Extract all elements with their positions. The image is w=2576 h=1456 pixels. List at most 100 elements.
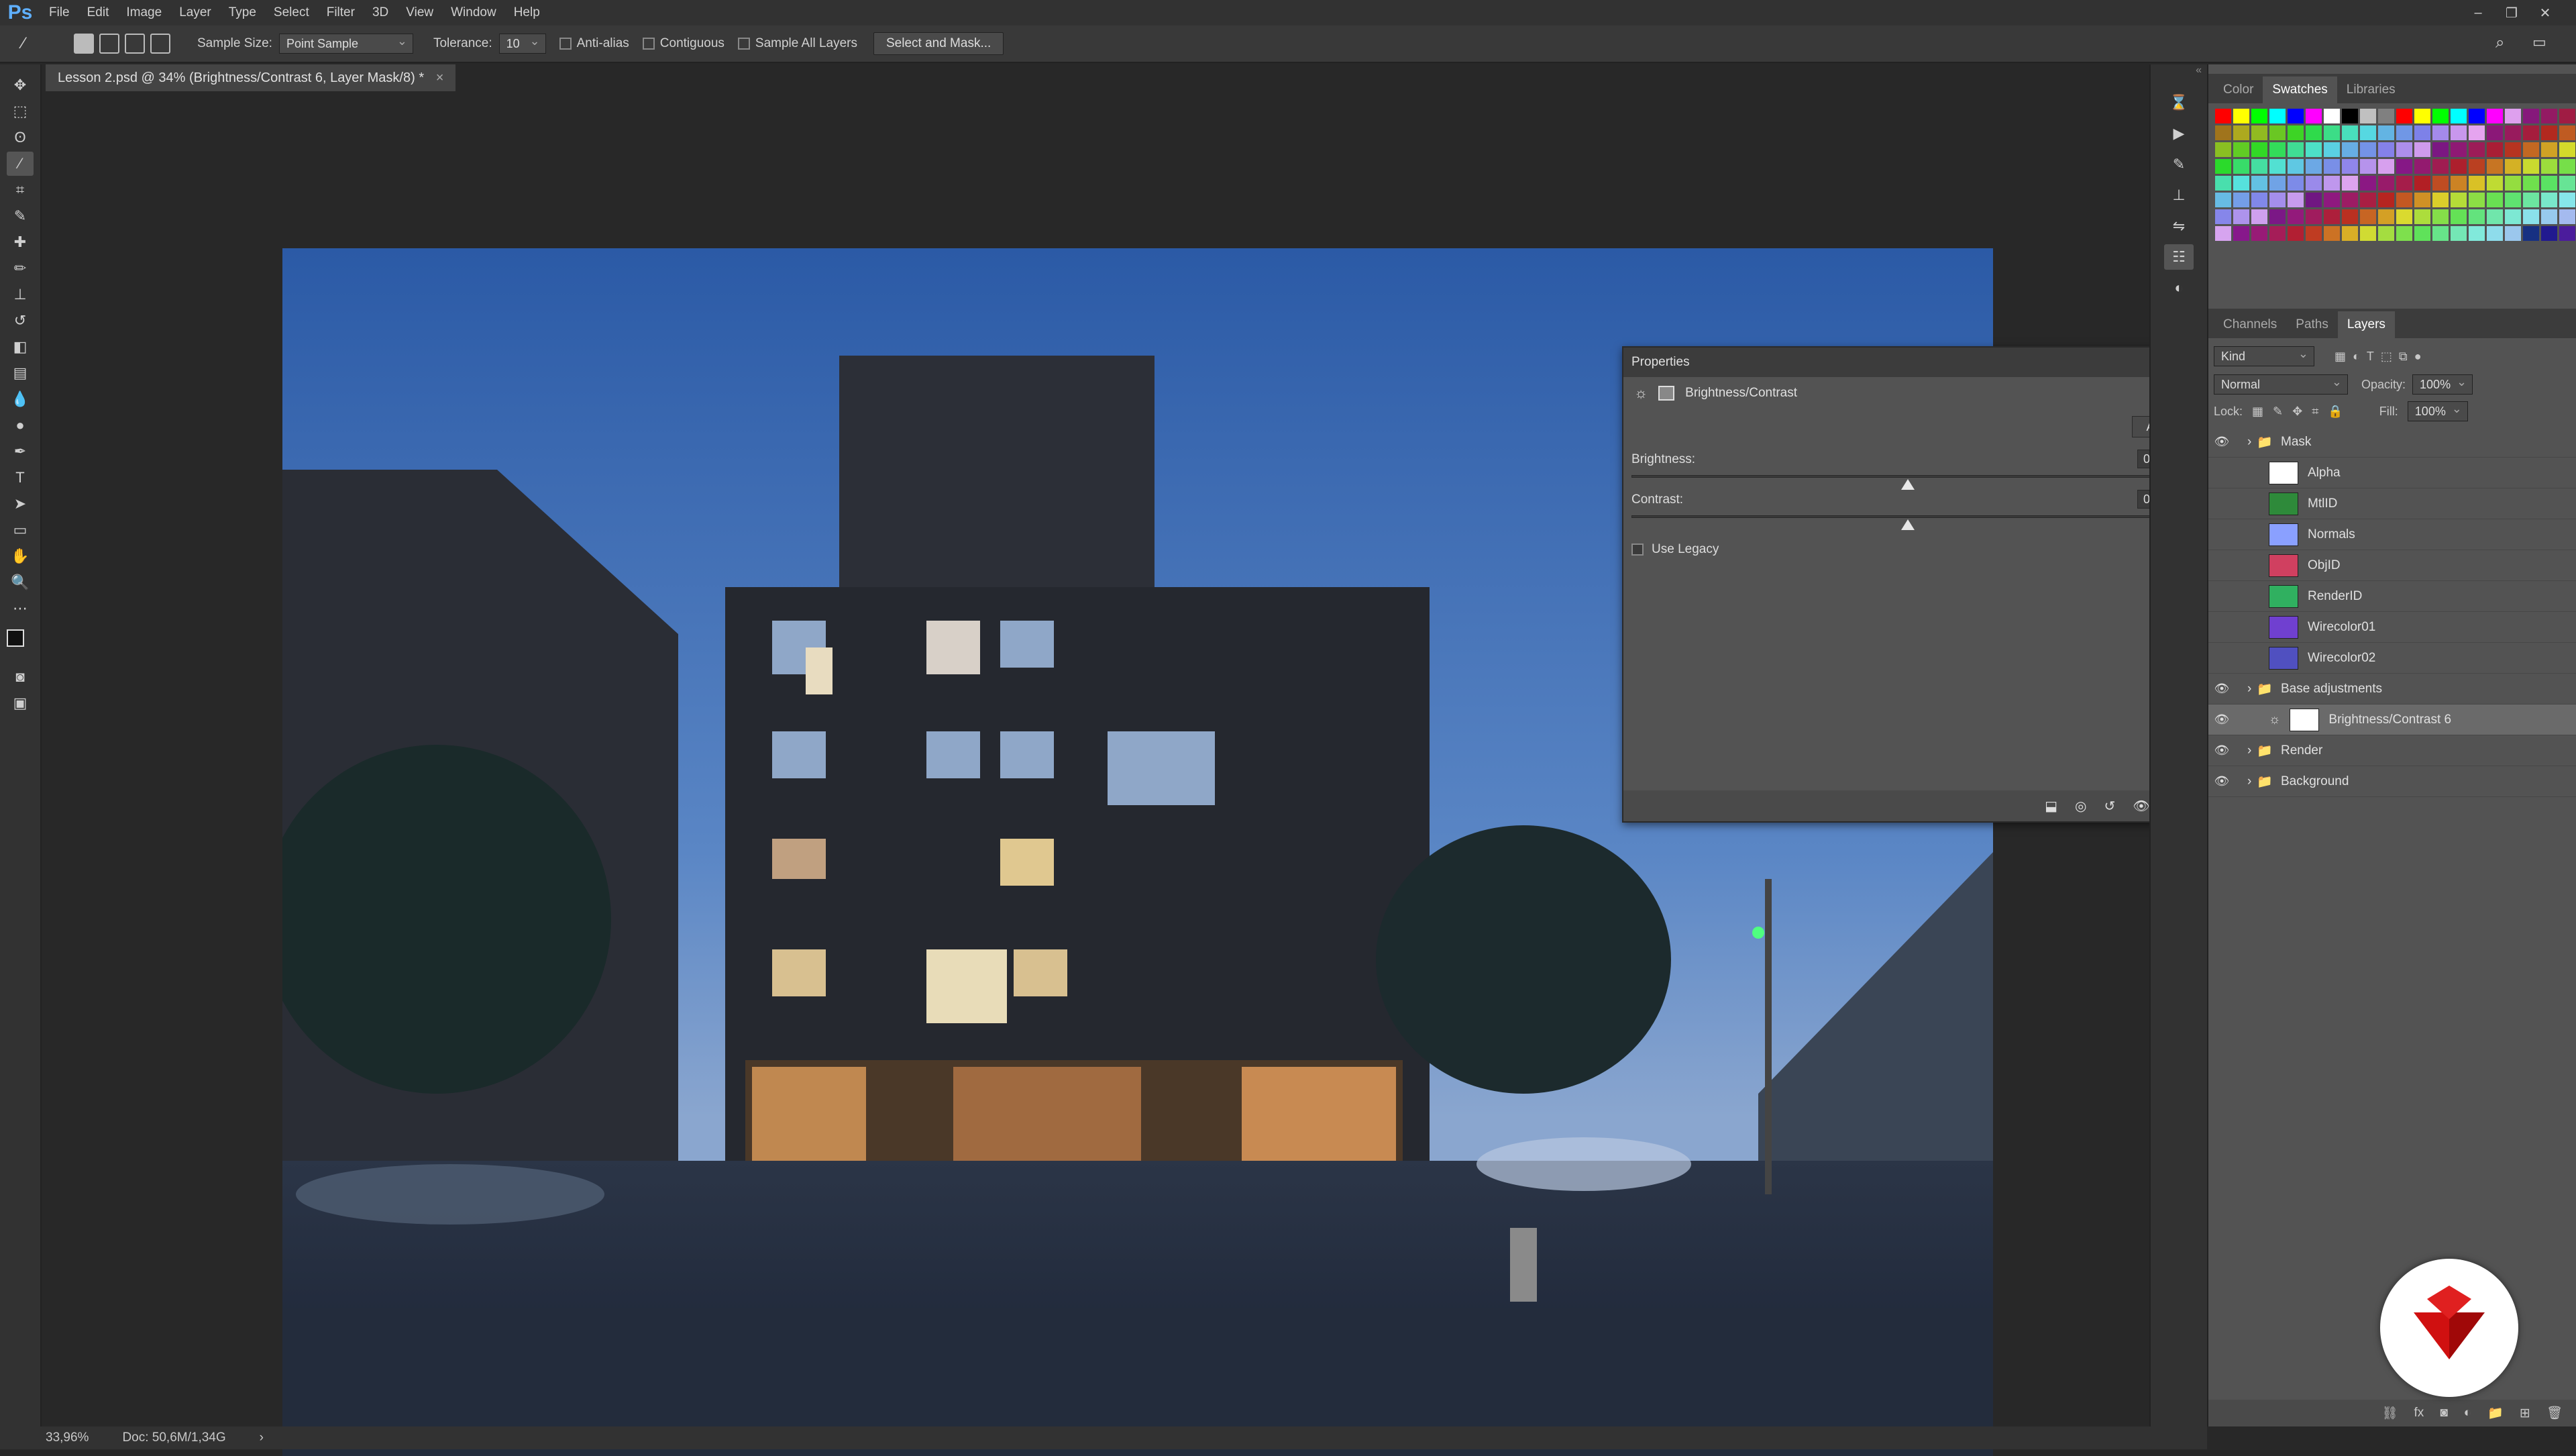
swatch[interactable] bbox=[2378, 142, 2394, 157]
sample-all-layers-checkbox[interactable] bbox=[737, 38, 750, 50]
swatch[interactable] bbox=[2396, 193, 2412, 207]
swatch[interactable] bbox=[2306, 109, 2322, 123]
layer-row[interactable]: 👁 › 📁 Render bbox=[2208, 735, 2576, 766]
magic-wand-tool-icon[interactable]: ⁄ bbox=[7, 152, 34, 176]
swatch[interactable] bbox=[2505, 142, 2521, 157]
swatch[interactable] bbox=[2414, 142, 2430, 157]
swatch[interactable] bbox=[2269, 176, 2286, 191]
layer-row[interactable]: Wirecolor02 bbox=[2208, 643, 2576, 674]
swatch[interactable] bbox=[2541, 142, 2557, 157]
swatch[interactable] bbox=[2342, 226, 2358, 241]
swatch[interactable] bbox=[2451, 142, 2467, 157]
group-expand-icon[interactable]: › bbox=[2247, 774, 2251, 789]
tab-paths[interactable]: Paths bbox=[2286, 311, 2338, 338]
swatch[interactable] bbox=[2251, 125, 2267, 140]
more-tools-icon[interactable]: ⋯ bbox=[7, 596, 34, 621]
layer-row[interactable]: MtlID bbox=[2208, 488, 2576, 519]
swatch[interactable] bbox=[2215, 109, 2231, 123]
swatch[interactable] bbox=[2269, 142, 2286, 157]
layer-mask-thumbnail[interactable] bbox=[2290, 708, 2320, 731]
contiguous-checkbox[interactable] bbox=[642, 38, 655, 50]
swatch[interactable] bbox=[2396, 159, 2412, 174]
swatch[interactable] bbox=[2378, 109, 2394, 123]
swatch[interactable] bbox=[2251, 109, 2267, 123]
layer-row[interactable]: Normals bbox=[2208, 519, 2576, 550]
layer-visibility-icon[interactable]: 👁 bbox=[2208, 743, 2235, 758]
swatch[interactable] bbox=[2378, 159, 2394, 174]
layer-row[interactable]: RenderID bbox=[2208, 581, 2576, 612]
actions-panel-icon[interactable]: ▶ bbox=[2164, 121, 2194, 146]
swatch[interactable] bbox=[2251, 209, 2267, 224]
brush-settings-icon[interactable]: ✎ bbox=[2164, 152, 2194, 177]
swatch[interactable] bbox=[2306, 142, 2322, 157]
swatch[interactable] bbox=[2396, 125, 2412, 140]
swatch[interactable] bbox=[2396, 209, 2412, 224]
lock-all-icon[interactable]: 🔒 bbox=[2328, 405, 2343, 419]
swatch[interactable] bbox=[2541, 159, 2557, 174]
swatch[interactable] bbox=[2451, 125, 2467, 140]
swatch[interactable] bbox=[2505, 226, 2521, 241]
group-expand-icon[interactable]: › bbox=[2247, 682, 2251, 696]
swatch[interactable] bbox=[2559, 176, 2575, 191]
swatch[interactable] bbox=[2523, 193, 2539, 207]
swatch[interactable] bbox=[2324, 125, 2340, 140]
swatch[interactable] bbox=[2451, 209, 2467, 224]
filter-toggle-icon[interactable]: ● bbox=[2414, 350, 2422, 364]
styles-panel-icon[interactable]: ◐ bbox=[2164, 275, 2194, 301]
filter-smart-icon[interactable]: ⧉ bbox=[2399, 350, 2408, 364]
swatch[interactable] bbox=[2396, 142, 2412, 157]
swatch[interactable] bbox=[2523, 176, 2539, 191]
swatch[interactable] bbox=[2487, 125, 2503, 140]
swatch[interactable] bbox=[2306, 176, 2322, 191]
contrast-slider-thumb[interactable] bbox=[1901, 519, 1915, 530]
swatch[interactable] bbox=[2342, 176, 2358, 191]
swatch[interactable] bbox=[2215, 159, 2231, 174]
swatch[interactable] bbox=[2288, 159, 2304, 174]
swatch[interactable] bbox=[2306, 209, 2322, 224]
zoom-tool-icon[interactable]: 🔍 bbox=[7, 570, 34, 594]
menu-image[interactable]: Image bbox=[117, 0, 170, 25]
swatch[interactable] bbox=[2288, 226, 2304, 241]
menu-filter[interactable]: Filter bbox=[318, 0, 364, 25]
swatch[interactable] bbox=[2487, 226, 2503, 241]
eyedropper-tool-icon[interactable]: ✎ bbox=[7, 204, 34, 228]
layer-row[interactable]: ObjID bbox=[2208, 550, 2576, 581]
swatch[interactable] bbox=[2523, 125, 2539, 140]
swatch[interactable] bbox=[2414, 159, 2430, 174]
swatch[interactable] bbox=[2505, 193, 2521, 207]
swatch[interactable] bbox=[2451, 226, 2467, 241]
history-brush-icon[interactable]: ↺ bbox=[7, 309, 34, 333]
fx-icon[interactable]: fx bbox=[2414, 1406, 2424, 1420]
swatch[interactable] bbox=[2469, 209, 2485, 224]
rectangle-tool-icon[interactable]: ▭ bbox=[7, 518, 34, 542]
swatch[interactable] bbox=[2215, 125, 2231, 140]
properties-panel-icon[interactable]: ☷ bbox=[2164, 244, 2194, 270]
swatch[interactable] bbox=[2523, 226, 2539, 241]
tab-color[interactable]: Color bbox=[2214, 76, 2263, 103]
swatch[interactable] bbox=[2233, 193, 2249, 207]
group-expand-icon[interactable]: › bbox=[2247, 435, 2251, 450]
swatch[interactable] bbox=[2487, 193, 2503, 207]
lasso-tool-icon[interactable]: ʘ bbox=[7, 125, 34, 150]
swatch[interactable] bbox=[2432, 125, 2449, 140]
swatch[interactable] bbox=[2432, 226, 2449, 241]
swatch[interactable] bbox=[2233, 142, 2249, 157]
swatch[interactable] bbox=[2360, 209, 2376, 224]
menu-3d[interactable]: 3D bbox=[364, 0, 397, 25]
visibility-icon[interactable]: 👁 bbox=[2133, 798, 2149, 815]
swatch[interactable] bbox=[2414, 125, 2430, 140]
swatch[interactable] bbox=[2324, 226, 2340, 241]
add-mask-icon[interactable]: ◙ bbox=[2440, 1406, 2447, 1420]
color-swatches[interactable] bbox=[7, 623, 40, 663]
new-group-icon[interactable]: 📁 bbox=[2487, 1405, 2504, 1421]
swatch[interactable] bbox=[2559, 109, 2575, 123]
swatch[interactable] bbox=[2414, 176, 2430, 191]
add-selection-icon[interactable] bbox=[99, 34, 119, 54]
marquee-tool-icon[interactable]: ⬚ bbox=[7, 99, 34, 123]
layer-row[interactable]: Alpha bbox=[2208, 458, 2576, 488]
swatch[interactable] bbox=[2378, 125, 2394, 140]
swatch[interactable] bbox=[2523, 109, 2539, 123]
use-legacy-row[interactable]: Use Legacy bbox=[1631, 542, 1719, 557]
swatch[interactable] bbox=[2324, 109, 2340, 123]
new-selection-icon[interactable] bbox=[74, 34, 94, 54]
